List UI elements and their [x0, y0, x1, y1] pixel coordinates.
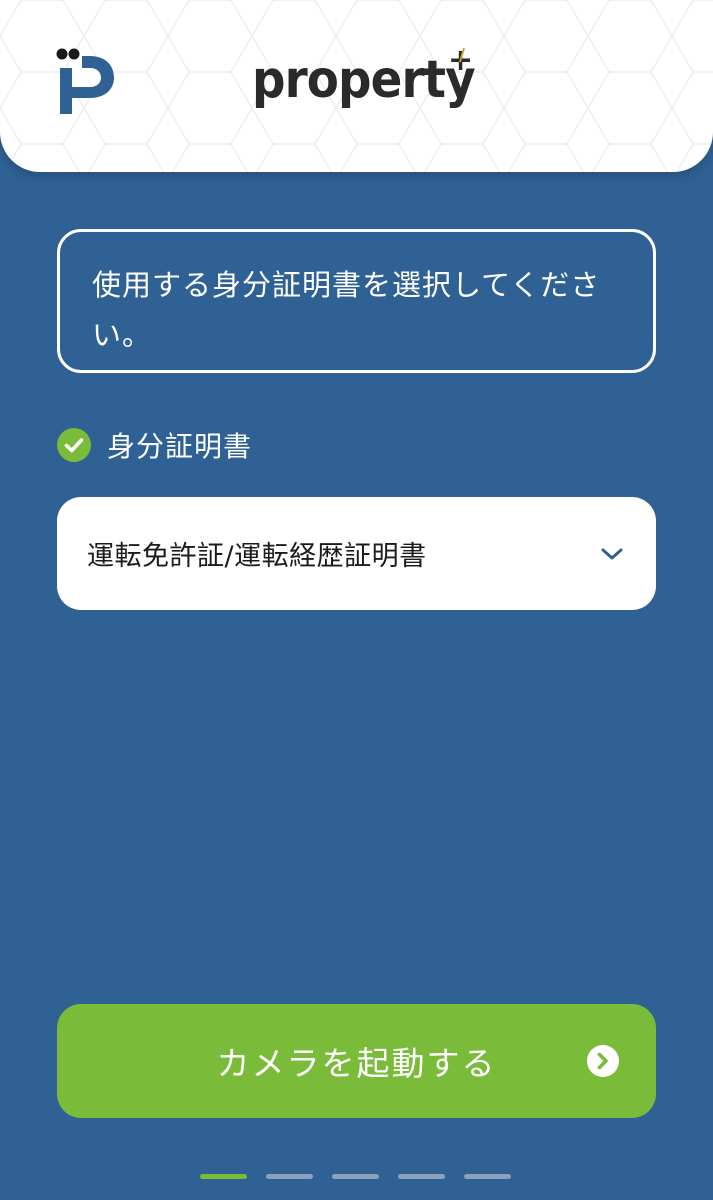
- page-indicator-step-3: [332, 1174, 379, 1179]
- page-indicator-step-2: [266, 1174, 313, 1179]
- instruction-text: 使用する身分証明書を選択してください。: [92, 268, 601, 352]
- brand-logo: property +: [252, 44, 499, 124]
- section-label: 身分証明書: [107, 430, 253, 463]
- section-header: 身分証明書: [57, 424, 252, 466]
- chevron-down-icon: [601, 548, 623, 559]
- brand-name: property: [252, 50, 476, 110]
- check-circle-icon: [57, 428, 91, 462]
- screen: property + 使用する身分証明書を選択してください。 身分証明書 運転免…: [0, 0, 713, 1200]
- page-indicator-step-5: [464, 1174, 511, 1179]
- app-logo-icon[interactable]: [56, 44, 116, 116]
- document-type-value: 運転免許証/運転経歴証明書: [87, 541, 427, 572]
- page-indicator-step-1: [200, 1174, 247, 1179]
- launch-camera-button[interactable]: カメラを起動する: [57, 1004, 656, 1118]
- page-indicator-step-4: [398, 1174, 445, 1179]
- document-type-select[interactable]: 運転免許証/運転経歴証明書: [57, 497, 656, 610]
- brand-accent-icon: [459, 48, 465, 62]
- arrow-right-circle-icon: [587, 1045, 619, 1077]
- instruction-box: 使用する身分証明書を選択してください。: [57, 229, 656, 373]
- launch-camera-label: カメラを起動する: [216, 1044, 497, 1083]
- header: property +: [0, 0, 713, 172]
- page-indicator: [200, 1174, 520, 1182]
